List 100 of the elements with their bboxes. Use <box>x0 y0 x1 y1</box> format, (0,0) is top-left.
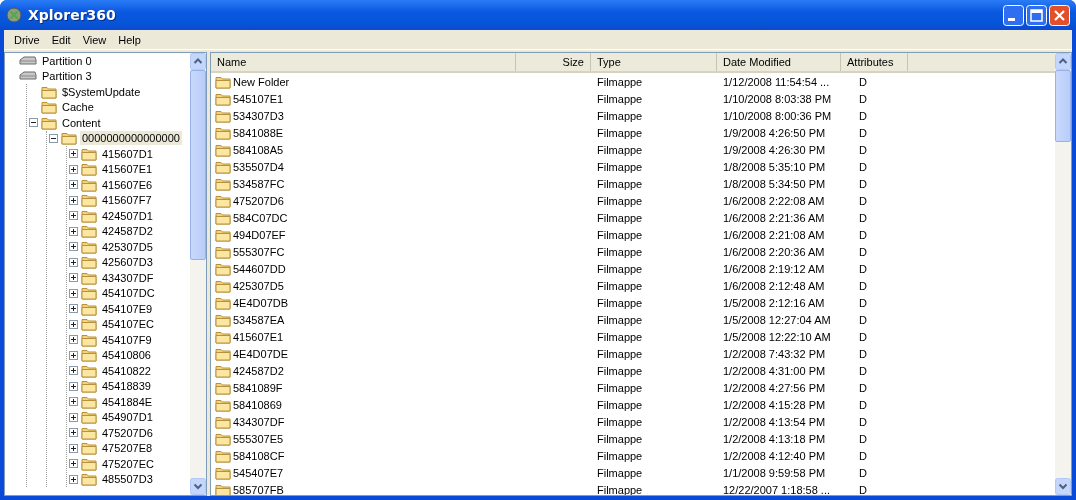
window-title: Xplorer360 <box>28 7 116 23</box>
file-name[interactable]: 534587EA <box>233 313 285 326</box>
menu-item[interactable]: View <box>76 32 113 47</box>
tree-item[interactable]: 425307D5 <box>100 239 155 254</box>
file-name[interactable]: 545107E1 <box>233 92 284 105</box>
tree-item[interactable]: 475207D6 <box>100 425 155 440</box>
file-type: Filmappe <box>597 330 643 343</box>
tree-item[interactable]: 434307DF <box>100 270 156 285</box>
file-type: Filmappe <box>597 296 643 309</box>
file-name[interactable]: 424587D2 <box>233 364 284 377</box>
file-type: Filmappe <box>597 126 643 139</box>
file-name[interactable]: 544607DD <box>233 262 286 275</box>
tree-item[interactable]: Partition 3 <box>40 69 94 84</box>
file-attributes: D <box>858 415 867 428</box>
date-modified: 1/9/2008 4:26:50 PM <box>723 126 826 139</box>
date-modified: 1/5/2008 12:22:10 AM <box>723 330 831 343</box>
file-name[interactable]: 555307E5 <box>233 432 284 445</box>
column-header[interactable]: Size <box>516 53 591 71</box>
file-name[interactable]: 58410869 <box>233 398 282 411</box>
file-name[interactable]: 475207D6 <box>233 194 284 207</box>
file-attributes: D <box>858 381 867 394</box>
file-type: Filmappe <box>597 109 643 122</box>
menu-item[interactable]: Drive <box>8 32 46 47</box>
menu-item[interactable]: Edit <box>45 32 77 47</box>
file-name[interactable]: 534587FC <box>233 177 285 190</box>
file-attributes: D <box>858 432 867 445</box>
tree-item[interactable]: 454107E9 <box>100 301 155 316</box>
file-name[interactable]: 5841088E <box>233 126 284 139</box>
tree-item[interactable]: 454107EC <box>100 317 156 332</box>
date-modified: 1/5/2008 12:27:04 AM <box>723 313 831 326</box>
date-modified: 1/2/2008 4:31:00 PM <box>723 364 826 377</box>
column-header[interactable]: Name <box>211 53 516 71</box>
file-name[interactable]: 494D07EF <box>233 228 286 241</box>
file-name[interactable]: 584108CF <box>233 449 285 462</box>
tree-item[interactable]: 475207EC <box>100 456 156 471</box>
file-type: Filmappe <box>597 466 643 479</box>
tree-item[interactable]: 4541884E <box>100 394 155 409</box>
file-attributes: D <box>858 75 867 88</box>
tree-item[interactable]: 45410806 <box>100 348 153 363</box>
file-name[interactable]: 534307D3 <box>233 109 284 122</box>
date-modified: 1/6/2008 2:21:08 AM <box>723 228 825 241</box>
file-name[interactable]: 434307DF <box>233 415 285 428</box>
date-modified: 1/12/2008 11:54:54 ... <box>723 75 830 88</box>
file-name[interactable]: 584C07DC <box>233 211 288 224</box>
tree-item[interactable]: 415607F7 <box>100 193 154 208</box>
column-header[interactable]: Attributes <box>841 53 908 71</box>
column-header[interactable]: Date Modified <box>717 53 841 71</box>
tree-item[interactable]: 415607E1 <box>100 162 155 177</box>
menu-item[interactable]: Help <box>112 32 147 47</box>
file-name[interactable]: 4E4D07DE <box>233 347 289 360</box>
file-attributes: D <box>858 194 867 207</box>
file-type: Filmappe <box>597 262 643 275</box>
file-attributes: D <box>858 347 867 360</box>
date-modified: 1/5/2008 2:12:16 AM <box>723 296 825 309</box>
tree-item[interactable]: 425607D3 <box>100 255 155 270</box>
date-modified: 1/1/2008 9:59:58 PM <box>723 466 826 479</box>
file-type: Filmappe <box>597 279 643 292</box>
tree-item[interactable]: 0000000000000000 <box>80 131 182 146</box>
tree-item[interactable]: 454107F9 <box>100 332 154 347</box>
file-name[interactable]: 535507D4 <box>233 160 284 173</box>
date-modified: 1/2/2008 4:15:28 PM <box>723 398 826 411</box>
file-type: Filmappe <box>597 194 643 207</box>
tree-item[interactable]: Cache <box>60 100 96 115</box>
file-attributes: D <box>858 398 867 411</box>
file-name[interactable]: 425307D5 <box>233 279 284 292</box>
tree-item[interactable]: 454907D1 <box>100 410 155 425</box>
tree-item[interactable]: Partition 0 <box>40 53 94 68</box>
date-modified: 1/2/2008 7:43:32 PM <box>723 347 826 360</box>
file-name[interactable]: 545407E7 <box>233 466 284 479</box>
tree-item[interactable]: $SystemUpdate <box>60 84 143 99</box>
file-name[interactable]: New Folder <box>233 75 290 88</box>
tree-item[interactable]: 415607D1 <box>100 146 155 161</box>
file-attributes: D <box>858 109 867 122</box>
file-name[interactable]: 555307FC <box>233 245 285 258</box>
file-name[interactable]: 584108A5 <box>233 143 284 156</box>
tree-item[interactable]: 45418839 <box>100 379 153 394</box>
tree-item[interactable]: Content <box>60 115 103 130</box>
tree-item[interactable]: 475207E8 <box>100 441 155 456</box>
column-header[interactable]: Type <box>591 53 717 71</box>
file-name[interactable]: 585707FB <box>233 483 284 495</box>
file-name[interactable]: 415607E1 <box>233 330 284 343</box>
tree-item[interactable]: 424587D2 <box>100 224 155 239</box>
file-attributes: D <box>858 483 867 495</box>
date-modified: 1/10/2008 8:03:38 PM <box>723 92 832 105</box>
tree-item[interactable]: 454107DC <box>100 286 157 301</box>
date-modified: 1/6/2008 2:19:12 AM <box>723 262 825 275</box>
tree-item[interactable]: 415607E6 <box>100 177 155 192</box>
file-type: Filmappe <box>597 313 643 326</box>
tree-item[interactable]: 45410822 <box>100 363 153 378</box>
file-attributes: D <box>858 177 867 190</box>
date-modified: 1/2/2008 4:12:40 PM <box>723 449 826 462</box>
file-name[interactable]: 4E4D07DB <box>233 296 289 309</box>
file-name[interactable]: 5841089F <box>233 381 283 394</box>
date-modified: 1/10/2008 8:00:36 PM <box>723 109 832 122</box>
date-modified: 1/8/2008 5:34:50 PM <box>723 177 826 190</box>
file-type: Filmappe <box>597 432 643 445</box>
tree-item[interactable]: 424507D1 <box>100 208 155 223</box>
date-modified: 1/9/2008 4:26:30 PM <box>723 143 826 156</box>
file-attributes: D <box>858 313 867 326</box>
tree-item[interactable]: 485507D3 <box>100 472 155 487</box>
